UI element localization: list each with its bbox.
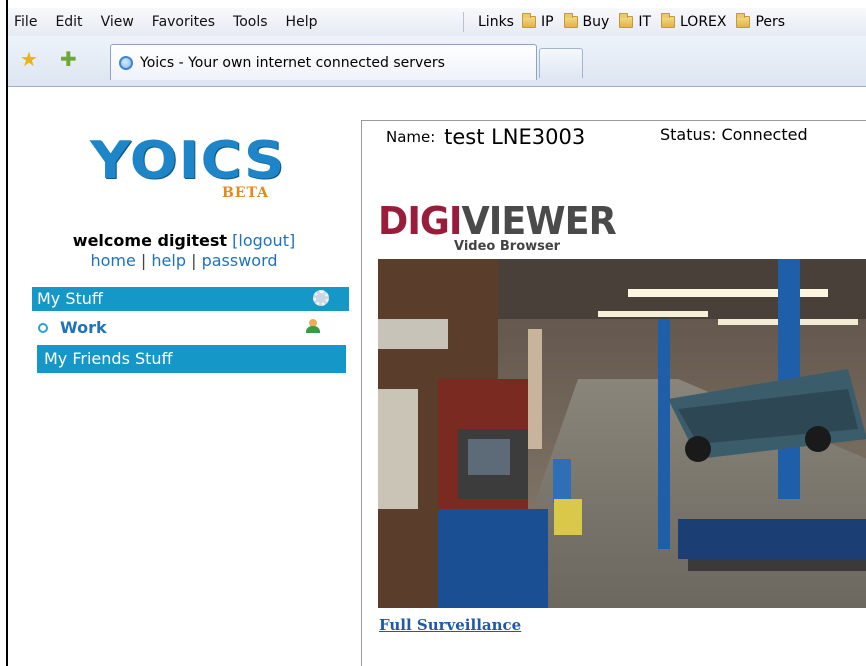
favorites-star-icon[interactable]: ★ (20, 49, 38, 69)
yoics-logo: YOICS BETA (90, 131, 290, 211)
folder-icon (661, 13, 675, 28)
viewer-text: VIEWER (461, 199, 617, 243)
links-label[interactable]: Links (470, 14, 522, 30)
logo-text: YOICS (90, 131, 286, 191)
welcome-line: welcome digitest [logout] (10, 231, 358, 250)
help-link[interactable]: help (151, 251, 186, 270)
account-links: home | help | password (10, 251, 358, 270)
device-item-work[interactable]: Work (32, 317, 349, 339)
my-friends-stuff-header[interactable]: My Friends Stuff (37, 345, 346, 373)
gear-icon[interactable] (313, 290, 329, 306)
logo-beta: BETA (222, 185, 270, 201)
link-it[interactable]: IT (619, 13, 651, 30)
name-label: Name: (386, 128, 436, 146)
tab-title: Yoics - Your own internet connected serv… (140, 54, 445, 71)
page-loading-icon (119, 55, 133, 70)
add-favorite-icon[interactable]: ✚ (60, 49, 77, 69)
web-page: YOICS BETA welcome digitest [logout] hom… (10, 87, 866, 666)
menu-edit[interactable]: Edit (46, 14, 91, 30)
window-frame (0, 0, 8, 666)
link-separator: | (191, 251, 197, 270)
tab-bar: ★ ✚ Yoics - Your own internet connected … (8, 36, 866, 87)
folder-icon (736, 13, 751, 28)
digiviewer-logo: DIGIVIEWER Video Browser (378, 199, 618, 259)
link-label: IT (638, 14, 651, 30)
my-stuff-label: My Stuff (37, 289, 103, 308)
share-user-icon[interactable] (306, 319, 320, 333)
link-lorex[interactable]: LOREX (661, 13, 727, 30)
new-tab-button[interactable] (539, 48, 583, 78)
links-toolbar: Links IP Buy IT LOREX Pers (470, 8, 795, 36)
link-pers[interactable]: Pers (736, 13, 786, 30)
work-link[interactable]: Work (60, 318, 107, 337)
link-separator: | (140, 251, 147, 270)
link-label: Pers (755, 14, 786, 30)
device-panel: Name: test LNE3003 Status: Connected DIG… (361, 120, 866, 666)
my-friends-stuff-label: My Friends Stuff (44, 349, 173, 368)
video-browser-text: Video Browser (454, 239, 561, 254)
my-stuff-header[interactable]: My Stuff (32, 287, 349, 311)
device-status: Status: Connected (660, 125, 808, 144)
menu-help[interactable]: Help (277, 14, 327, 30)
home-link[interactable]: home (90, 251, 135, 270)
link-label: Buy (582, 14, 610, 30)
menu-view[interactable]: View (92, 14, 143, 30)
welcome-text: welcome digitest (72, 231, 228, 250)
folder-icon (521, 13, 536, 28)
menu-favorites[interactable]: Favorites (143, 14, 224, 30)
folder-icon (619, 13, 634, 28)
password-link[interactable]: password (202, 251, 278, 270)
status-dot-icon (38, 323, 48, 333)
menu-separator (463, 12, 464, 32)
menu-file[interactable]: File (8, 14, 46, 30)
link-buy[interactable]: Buy (563, 13, 610, 30)
digi-text: DIGI (378, 199, 462, 243)
device-name: Name: test LNE3003 (386, 125, 585, 149)
full-surveillance-link[interactable]: Full Surveillance (379, 616, 521, 634)
folder-icon (563, 13, 578, 28)
menu-tools[interactable]: Tools (224, 14, 277, 30)
camera-video-feed[interactable] (378, 259, 866, 608)
link-ip[interactable]: IP (521, 13, 554, 30)
garage-scene-image (378, 259, 866, 608)
link-label: LOREX (680, 14, 727, 30)
tab-yoics[interactable]: Yoics - Your own internet connected serv… (110, 44, 537, 80)
logout-link[interactable]: [logout] (232, 231, 295, 250)
name-value: test LNE3003 (444, 125, 586, 149)
link-label: IP (540, 14, 554, 30)
menu-bar: File Edit View Favorites Tools Help Link… (8, 8, 866, 37)
